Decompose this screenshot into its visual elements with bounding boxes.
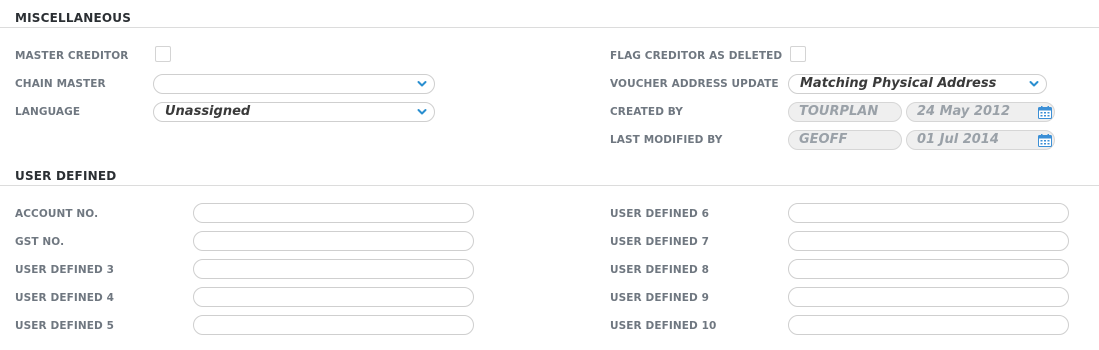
user-defined-7-label: USER DEFINED 7 xyxy=(610,236,710,248)
flag-deleted-label: FLAG CREDITOR AS DELETED xyxy=(610,50,783,62)
calendar-icon[interactable] xyxy=(1038,134,1052,147)
voucher-address-update-select[interactable]: Matching Physical Address xyxy=(788,74,1047,94)
user-defined-5-input[interactable] xyxy=(193,315,474,335)
user-defined-4-label: USER DEFINED 4 xyxy=(15,292,115,304)
user-defined-7-input[interactable] xyxy=(788,231,1069,251)
language-value: Unassigned xyxy=(165,104,251,119)
gst-no-input[interactable] xyxy=(193,231,474,251)
user-defined-9-label: USER DEFINED 9 xyxy=(610,292,710,304)
section-title-user-defined: USER DEFINED xyxy=(15,169,117,183)
user-defined-8-label: USER DEFINED 8 xyxy=(610,264,710,276)
voucher-address-update-value: Matching Physical Address xyxy=(800,76,997,91)
last-modified-date-value: 01 Jul 2014 xyxy=(917,132,999,147)
created-by-label: CREATED BY xyxy=(610,106,684,118)
chevron-down-icon xyxy=(417,109,427,115)
last-modified-user-field: GEOFF xyxy=(788,130,902,150)
user-defined-10-label: USER DEFINED 10 xyxy=(610,320,717,332)
master-creditor-checkbox[interactable] xyxy=(155,46,171,62)
user-defined-9-input[interactable] xyxy=(788,287,1069,307)
section-title-miscellaneous: MISCELLANEOUS xyxy=(15,11,132,25)
chain-master-select[interactable] xyxy=(153,74,435,94)
calendar-icon[interactable] xyxy=(1038,106,1052,119)
chain-master-label: CHAIN MASTER xyxy=(15,78,106,90)
account-no-label: ACCOUNT NO. xyxy=(15,208,99,220)
section-divider xyxy=(0,27,1099,28)
user-defined-10-input[interactable] xyxy=(788,315,1069,335)
gst-no-label: GST NO. xyxy=(15,236,65,248)
master-creditor-label: MASTER CREDITOR xyxy=(15,50,129,62)
account-no-input[interactable] xyxy=(193,203,474,223)
created-by-user-field: TOURPLAN xyxy=(788,102,902,122)
voucher-address-update-label: VOUCHER ADDRESS UPDATE xyxy=(610,78,779,90)
last-modified-user-value: GEOFF xyxy=(799,132,848,147)
flag-deleted-checkbox[interactable] xyxy=(790,46,806,62)
user-defined-6-input[interactable] xyxy=(788,203,1069,223)
user-defined-8-input[interactable] xyxy=(788,259,1069,279)
user-defined-3-input[interactable] xyxy=(193,259,474,279)
last-modified-date-field: 01 Jul 2014 xyxy=(906,130,1055,150)
created-date-value: 24 May 2012 xyxy=(917,104,1011,119)
user-defined-4-input[interactable] xyxy=(193,287,474,307)
user-defined-6-label: USER DEFINED 6 xyxy=(610,208,710,220)
language-select[interactable]: Unassigned xyxy=(153,102,435,122)
chevron-down-icon xyxy=(417,81,427,87)
user-defined-3-label: USER DEFINED 3 xyxy=(15,264,115,276)
section-divider xyxy=(0,185,1099,186)
chevron-down-icon xyxy=(1029,81,1039,87)
created-by-user-value: TOURPLAN xyxy=(799,104,879,119)
last-modified-by-label: LAST MODIFIED BY xyxy=(610,134,723,146)
user-defined-5-label: USER DEFINED 5 xyxy=(15,320,115,332)
language-label: LANGUAGE xyxy=(15,106,81,118)
created-date-field: 24 May 2012 xyxy=(906,102,1055,122)
